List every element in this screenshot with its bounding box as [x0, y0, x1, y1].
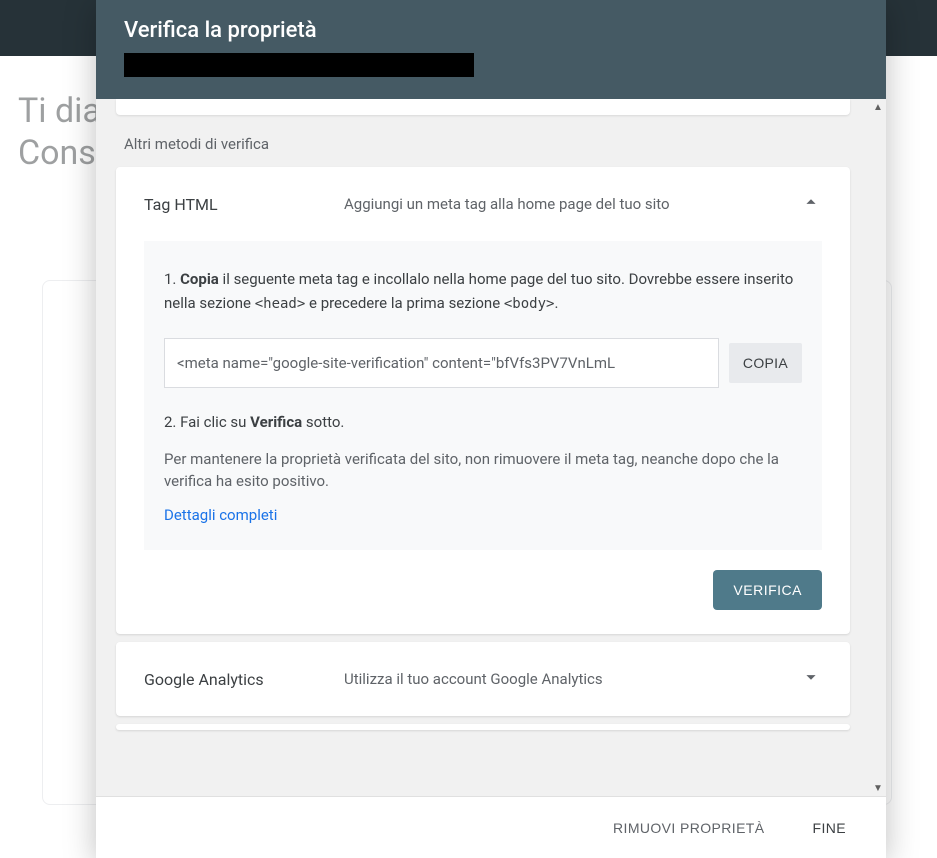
- scroll-up-icon[interactable]: ▲: [870, 99, 886, 115]
- step2-bold: Verifica: [250, 413, 302, 431]
- step1-mid: e precedere la prima sezione: [305, 294, 504, 312]
- scroll-down-icon[interactable]: ▼: [870, 780, 886, 796]
- html-tag-panel-body: 1. Copia il seguente meta tag e incollal…: [144, 241, 822, 550]
- copy-button[interactable]: COPIA: [729, 343, 802, 383]
- verify-row: VERIFICA: [116, 570, 850, 634]
- modal-header: Verifica la proprietà: [96, 0, 886, 99]
- chevron-up-icon: [800, 191, 822, 217]
- google-analytics-panel-header[interactable]: Google Analytics Utilizza il tuo account…: [116, 642, 850, 716]
- html-tag-panel: Tag HTML Aggiungi un meta tag alla home …: [116, 167, 850, 634]
- property-url-redacted: [124, 53, 474, 77]
- modal-scroll-area[interactable]: Altri metodi di verifica Tag HTML Aggiun…: [96, 99, 870, 796]
- meta-tag-row: <meta name="google-site-verification" co…: [164, 338, 802, 388]
- meta-tag-value: <meta name="google-site-verification" co…: [177, 354, 615, 372]
- persist-note: Per mantenere la proprietà verificata de…: [164, 448, 802, 492]
- step1-end: .: [554, 294, 558, 312]
- remove-property-button[interactable]: RIMUOVI PROPRIETÀ: [607, 819, 770, 837]
- verify-property-modal: Verifica la proprietà Altri metodi di ve…: [96, 0, 886, 858]
- other-methods-label: Altri metodi di verifica: [124, 135, 842, 153]
- verify-button[interactable]: VERIFICA: [713, 570, 822, 610]
- vertical-scrollbar[interactable]: ▲ ▼: [870, 99, 886, 796]
- step1-bold: Copia: [180, 270, 219, 288]
- done-button[interactable]: FINE: [807, 819, 853, 837]
- google-analytics-panel: Google Analytics Utilizza il tuo account…: [116, 642, 850, 716]
- step2-prefix: 2. Fai clic su: [164, 413, 250, 431]
- step1-prefix: 1.: [164, 270, 180, 288]
- full-details-link[interactable]: Dettagli completi: [164, 506, 277, 524]
- modal-title: Verifica la proprietà: [124, 18, 858, 43]
- html-tag-description: Aggiungi un meta tag alla home page del …: [344, 193, 800, 215]
- html-tag-panel-header[interactable]: Tag HTML Aggiungi un meta tag alla home …: [116, 167, 850, 241]
- next-panel-edge: [116, 724, 850, 730]
- analytics-description: Utilizza il tuo account Google Analytics: [344, 668, 800, 690]
- step2-instruction: 2. Fai clic su Verifica sotto.: [164, 410, 802, 434]
- previous-panel-edge: [116, 99, 850, 115]
- analytics-title: Google Analytics: [144, 670, 344, 689]
- step2-rest: sotto.: [302, 413, 344, 431]
- body-tag-code: <body>: [504, 296, 555, 312]
- head-tag-code: <head>: [255, 296, 306, 312]
- chevron-down-icon: [800, 666, 822, 692]
- meta-tag-field[interactable]: <meta name="google-site-verification" co…: [164, 338, 719, 388]
- modal-footer: RIMUOVI PROPRIETÀ FINE: [96, 796, 886, 858]
- modal-body: Altri metodi di verifica Tag HTML Aggiun…: [96, 99, 886, 796]
- step1-instruction: 1. Copia il seguente meta tag e incollal…: [164, 267, 802, 316]
- html-tag-title: Tag HTML: [144, 195, 344, 214]
